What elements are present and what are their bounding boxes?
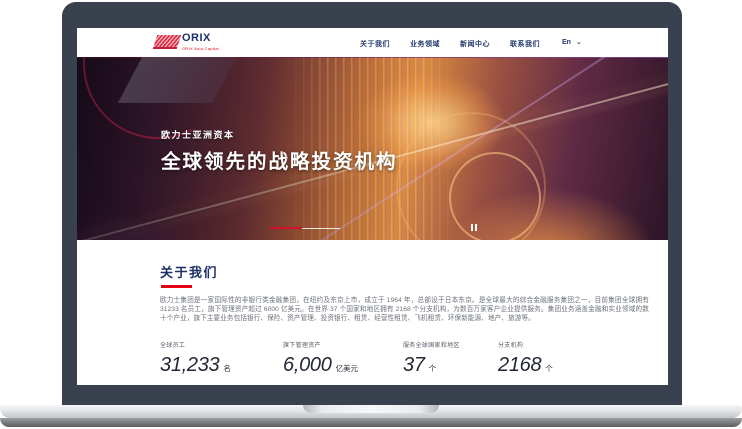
logo-wordmark: ORIX bbox=[182, 33, 219, 44]
hero-banner: 欧力士亚洲资本 全球领先的战略投资机构 bbox=[77, 57, 668, 240]
stat-label: 分支机构 bbox=[498, 340, 650, 349]
stat-unit: 名 bbox=[223, 363, 231, 374]
carousel-progress-elapsed bbox=[270, 227, 302, 229]
stat-branches: 分支机构 2168 个 bbox=[498, 340, 650, 377]
website-screen: ORIX ORIX Asia Capital 关于我们 业务领域 新闻中心 联系… bbox=[77, 28, 668, 385]
hero-kicker: 欧力士亚洲资本 bbox=[161, 128, 398, 141]
stat-value: 37 bbox=[403, 354, 425, 377]
stat-value: 31,233 bbox=[160, 354, 219, 377]
language-selector[interactable]: En ⌄ bbox=[562, 38, 582, 46]
stat-label: 全球员工 bbox=[160, 340, 283, 349]
page-background: ORIX ORIX Asia Capital 关于我们 业务领域 新闻中心 联系… bbox=[0, 0, 742, 429]
laptop-base-edge bbox=[0, 418, 742, 427]
stat-value: 2168 bbox=[498, 354, 541, 377]
stats-row: 全球员工 31,233 名 旗下管理资产 6,000 亿美元 bbox=[160, 340, 650, 377]
laptop-notch bbox=[303, 405, 439, 413]
orix-logo[interactable]: ORIX ORIX Asia Capital bbox=[155, 33, 219, 51]
stat-unit: 亿美元 bbox=[336, 363, 359, 374]
stat-unit: 个 bbox=[429, 363, 437, 374]
section-title: 关于我们 bbox=[160, 262, 218, 281]
stat-unit: 个 bbox=[545, 363, 553, 374]
stat-global-employees: 全球员工 31,233 名 bbox=[160, 340, 283, 377]
nav-item-contact[interactable]: 联系我们 bbox=[510, 39, 540, 49]
nav-item-about[interactable]: 关于我们 bbox=[360, 39, 390, 49]
about-paragraph: 欧力士集团是一家国际性的非银行类金融集团，在纽约及东京上市，成立于 1964 年… bbox=[160, 296, 649, 323]
stat-label: 服务全球国家和地区 bbox=[403, 340, 498, 349]
chevron-down-icon: ⌄ bbox=[576, 38, 582, 46]
language-label: En bbox=[562, 39, 571, 46]
stat-countries-served: 服务全球国家和地区 37 个 bbox=[403, 340, 498, 377]
carousel-progress-remaining bbox=[302, 228, 340, 229]
nav-item-business[interactable]: 业务领域 bbox=[410, 39, 440, 49]
about-section: 关于我们 欧力士集团是一家国际性的非银行类金融集团，在纽约及东京上市，成立于 1… bbox=[77, 240, 668, 385]
laptop-bezel: ORIX ORIX Asia Capital 关于我们 业务领域 新闻中心 联系… bbox=[62, 2, 682, 405]
site-header: ORIX ORIX Asia Capital 关于我们 业务领域 新闻中心 联系… bbox=[77, 28, 668, 57]
pause-icon[interactable] bbox=[468, 222, 480, 232]
nav-item-news[interactable]: 新闻中心 bbox=[460, 39, 490, 49]
stat-assets-under-management: 旗下管理资产 6,000 亿美元 bbox=[283, 340, 403, 377]
logo-subtext: ORIX Asia Capital bbox=[182, 46, 219, 51]
stat-value: 6,000 bbox=[283, 354, 332, 377]
title-underline bbox=[161, 285, 192, 288]
stat-label: 旗下管理资产 bbox=[283, 340, 403, 349]
orix-logo-icon bbox=[153, 35, 182, 49]
laptop-base bbox=[0, 405, 742, 418]
hero-title: 全球领先的战略投资机构 bbox=[161, 145, 398, 174]
